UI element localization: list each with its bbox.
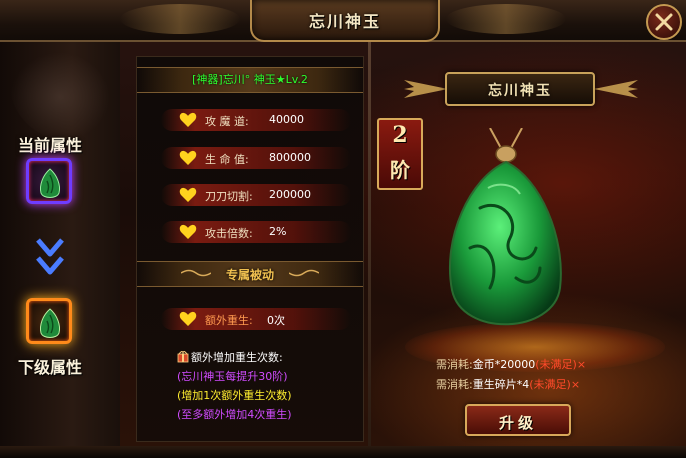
rank-badge: 2 阶 — [377, 118, 423, 190]
stat-row-attack: 攻 魔 道: 40000 — [161, 109, 351, 131]
item-name-bar: [神器]忘川° 神玉★Lv.2 — [137, 67, 363, 93]
jade-pendant-icon — [448, 128, 562, 326]
stat-label: 刀刀切割: — [205, 190, 253, 203]
bonus-description: 额外增加重生次数: (忘川神玉每提升30阶) (增加1次额外重生次数) (至多额… — [177, 349, 363, 422]
ornament-right-icon — [289, 269, 319, 277]
bonus-line: (增加1次额外重生次数) — [177, 389, 292, 402]
close-button[interactable] — [646, 4, 682, 40]
heart-icon — [179, 150, 197, 165]
stats-panel: [神器]忘川° 神玉★Lv.2 攻 魔 道: 40000 生 命 值: 8000… — [136, 56, 364, 442]
cost-line-shards: 需消耗:重生碎片*4(未满足)× — [436, 376, 580, 392]
upgrade-button-label: 升级 — [498, 414, 537, 432]
panel-divider — [368, 42, 371, 458]
current-item-slot[interactable] — [26, 158, 72, 204]
relic-title-plate: 忘川神玉 — [445, 72, 595, 106]
bonus-line: (至多额外增加4次重生) — [177, 408, 292, 421]
stat-value: 800000 — [269, 151, 311, 164]
stat-row-cut: 刀刀切割: 200000 — [161, 184, 351, 206]
upgrade-button[interactable]: 升级 — [465, 404, 571, 436]
rank-number: 2 — [392, 122, 408, 148]
stat-label: 攻 魔 道: — [205, 115, 249, 128]
double-chevron-down-icon — [36, 238, 64, 275]
stat-label: 生 命 值: — [205, 153, 249, 166]
bonus-title: 额外增加重生次数: — [191, 351, 283, 364]
title-bar: 忘川神玉 — [0, 0, 686, 42]
relic-title: 忘川神玉 — [488, 83, 552, 99]
item-name: [神器]忘川° 神玉★Lv.2 — [192, 73, 308, 86]
window-title: 忘川神玉 — [308, 12, 381, 31]
stat-row-extra-rebirth: 额外重生: 0次 — [161, 308, 351, 330]
dragon-statue-decoration — [10, 52, 110, 142]
bonus-line: (忘川神玉每提升30阶) — [177, 370, 288, 383]
jade-pendant-icon — [40, 168, 60, 198]
stat-row-hp: 生 命 值: 800000 — [161, 147, 351, 169]
dragon-ornament-right — [446, 4, 566, 34]
wing-ornament-left-icon — [404, 80, 448, 98]
next-attributes-label: 下级属性 — [17, 358, 82, 377]
rank-unit: 阶 — [390, 158, 410, 182]
stat-label: 额外重生: — [205, 314, 253, 327]
current-attributes-label: 当前属性 — [17, 136, 82, 155]
next-item-slot[interactable] — [26, 298, 72, 344]
cost-item: 金币*20000 — [472, 358, 536, 371]
cost-status: (未满足) — [535, 358, 577, 371]
cost-label: 需消耗: — [436, 378, 473, 391]
close-x-icon — [655, 13, 673, 31]
cost-status: (未满足) — [529, 378, 571, 391]
unmet-x-icon: × — [570, 378, 581, 391]
unmet-x-icon: × — [576, 358, 587, 371]
passive-header-bar: 专属被动 — [137, 261, 363, 287]
relic-upgrade-window: 忘川神玉 当前属性 下级属性 [神器]忘川° 神玉★Lv.2 攻 魔 道: 40… — [0, 0, 686, 458]
stat-label: 攻击倍数: — [205, 227, 253, 240]
attribute-compare-column: 当前属性 下级属性 — [0, 42, 120, 458]
stat-value: 40000 — [269, 113, 304, 126]
jade-pendant-icon — [40, 308, 60, 338]
wing-ornament-right-icon — [594, 80, 638, 98]
heart-icon — [179, 224, 197, 239]
passive-section-title: 专属被动 — [225, 268, 274, 282]
dragon-ornament-left — [120, 4, 240, 34]
title-plate: 忘川神玉 — [250, 0, 440, 42]
stat-row-multiplier: 攻击倍数: 2% — [161, 221, 351, 243]
heart-icon — [179, 187, 197, 202]
heart-icon — [179, 311, 197, 326]
gift-icon — [177, 351, 189, 363]
stat-value: 0次 — [267, 314, 285, 327]
cost-label: 需消耗: — [436, 358, 473, 371]
bottom-frame — [0, 446, 686, 458]
stat-value: 2% — [269, 225, 287, 238]
heart-icon — [179, 112, 197, 127]
stat-value: 200000 — [269, 188, 311, 201]
cost-item: 重生碎片*4 — [472, 378, 530, 391]
cost-line-gold: 需消耗:金币*20000(未满足)× — [436, 356, 586, 372]
